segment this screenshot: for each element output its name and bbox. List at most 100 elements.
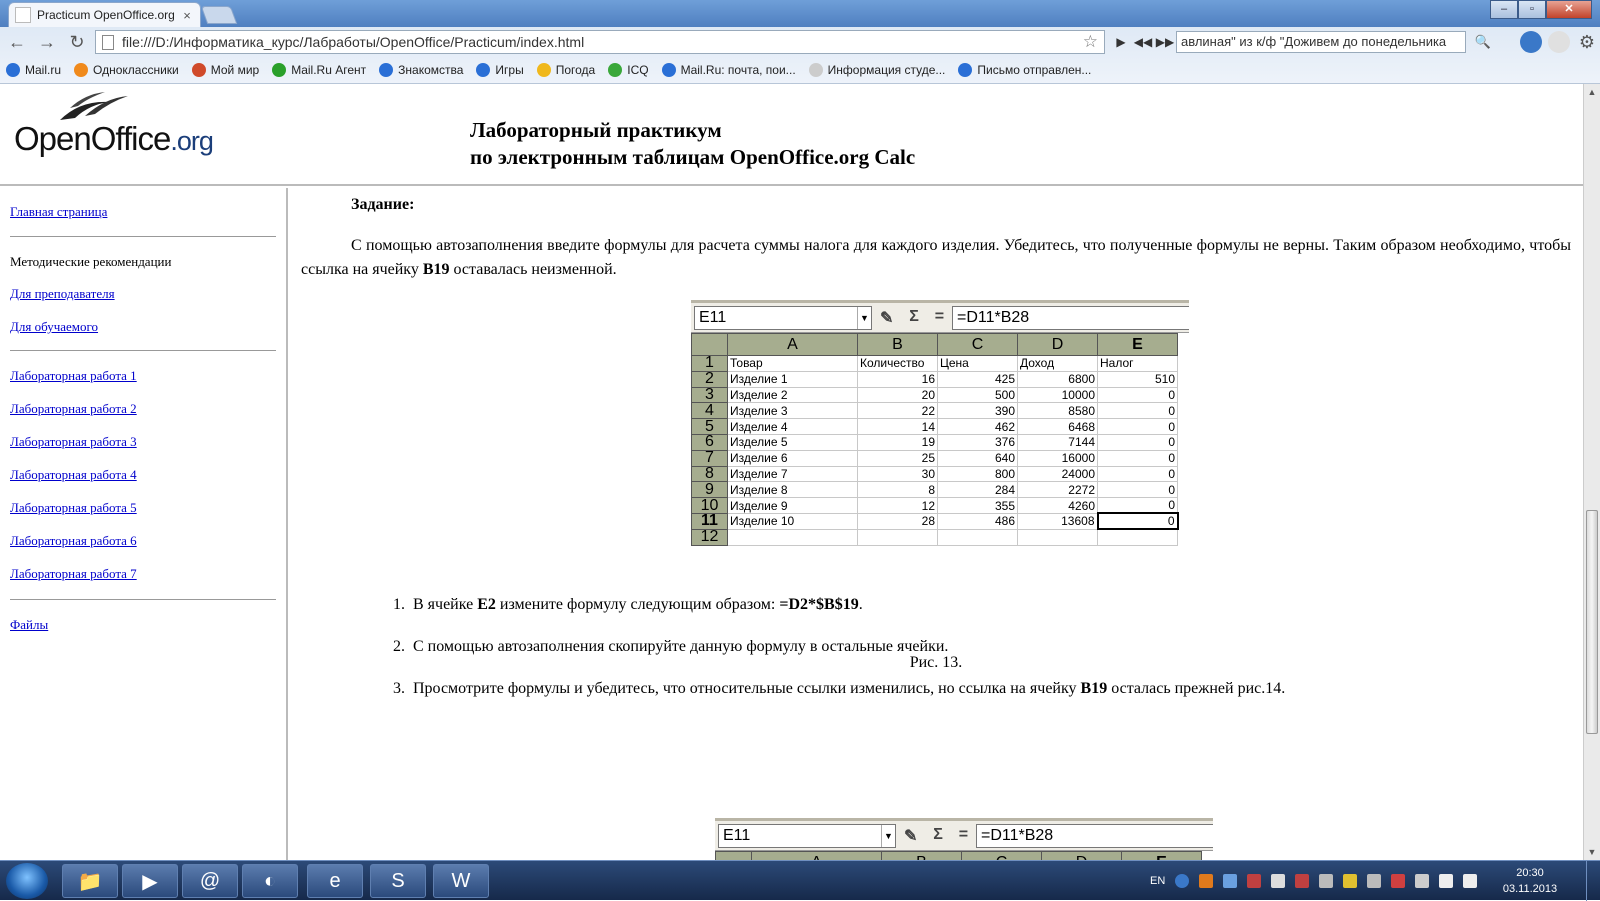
address-bar[interactable]: file:///D:/Информатика_курс/Лабработы/Op… [95,30,1105,54]
mail-extension-icon[interactable] [1520,31,1542,53]
sheet-grid: ABCDE1ТоварКоличествоЦенаДоходНалог2Изде… [715,851,1202,860]
bookmark-label: Письмо отправлен... [977,63,1092,77]
cell-c: Цена [937,355,1018,372]
cell-d: 2272 [1017,481,1098,499]
tray-app-icon[interactable] [1319,874,1334,888]
sidebar-link-lab-1[interactable]: Лабораторная работа 1 [10,368,137,384]
sidebar-link-lab-5[interactable]: Лабораторная работа 5 [10,500,137,516]
bookmark-item[interactable]: Мой мир [191,63,260,77]
formula-icons: ✎ Σ = [896,826,976,846]
clock[interactable]: 20:30 03.11.2013 [1490,865,1570,897]
tray-app-icon[interactable] [1415,874,1430,888]
tray-app-icon[interactable] [1247,874,1262,888]
forward-icon[interactable]: → [34,29,60,55]
sidebar-link-files[interactable]: Файлы [10,617,48,633]
bookmark-star-icon[interactable]: ☆ [1083,32,1098,52]
column-header-b: B [881,851,962,860]
tab-title: Practicum OpenOffice.org [37,8,175,22]
sidebar-link-lab-3[interactable]: Лабораторная работа 3 [10,434,137,450]
sidebar-link-lab-6[interactable]: Лабораторная работа 6 [10,533,137,549]
bookmark-item[interactable]: Игры [476,63,524,77]
search-icon[interactable]: 🔍 [1466,34,1500,50]
cell-a: Изделие 9 [727,497,858,514]
word-taskbar-button[interactable]: W [433,864,489,898]
network-icon[interactable] [1439,874,1454,888]
cell-c: 800 [937,465,1018,483]
maximize-button[interactable]: ▫ [1518,0,1546,19]
tab-close-icon[interactable]: × [180,8,194,23]
row-header: 2 [691,370,728,388]
play-icon[interactable]: ▶ [1110,35,1132,49]
task-paragraph: С помощью автозаполнения введите формулы… [301,237,1571,278]
window-controls: – ▫ ✕ [1490,0,1592,19]
close-window-button[interactable]: ✕ [1546,0,1592,19]
reload-icon[interactable]: ↻ [64,29,90,55]
bookmark-item[interactable]: Информация студе... [808,63,945,77]
ie-taskbar-button[interactable]: e [307,864,363,898]
tray-app-icon[interactable] [1367,874,1382,888]
next-track-icon[interactable]: ▶▶ [1154,35,1176,49]
player-track-title[interactable]: авлиная" из к/ф "Доживем до понедельника [1176,31,1466,53]
table-row: 11 Изделие 10 28 486 13608 0 [691,512,1179,531]
cell-b: 22 [857,402,938,420]
bookmark-icon [476,63,491,77]
cell-d: 8580 [1017,402,1098,420]
show-desktop-button[interactable] [1586,861,1600,901]
bookmark-item[interactable]: Знакомства [379,63,463,77]
extension-icon[interactable] [1548,31,1570,53]
bookmark-icon [536,63,551,77]
sidebar-link-lab-4[interactable]: Лабораторная работа 4 [10,467,137,483]
chrome-taskbar-button[interactable]: ◐ [242,864,298,898]
tray-app-icon[interactable] [1295,874,1310,888]
page-title-line-2: по электронным таблицам OpenOffice.org C… [470,145,916,169]
volume-icon[interactable] [1463,874,1478,888]
bookmark-item[interactable]: Mail.Ru Агент [272,63,366,77]
minimize-button[interactable]: – [1490,0,1518,19]
sidebar-link-home[interactable]: Главная страница [10,204,107,220]
cell-a: Изделие 6 [727,449,858,467]
cell-e: 0 [1097,497,1178,514]
mail-agent-taskbar-button[interactable]: @ [182,864,238,898]
sidebar-link-lab-2[interactable]: Лабораторная работа 2 [10,401,137,417]
tray-app-icon[interactable] [1391,874,1406,888]
sidebar-link-teacher[interactable]: Для преподавателя [10,286,115,302]
cell-b: 12 [857,497,938,514]
formula-input: =D11*B28 [976,823,1213,848]
scroll-down-icon[interactable]: ▼ [1584,844,1600,860]
media-player-taskbar-button[interactable]: ▶ [122,864,178,898]
menu-wrench-icon[interactable]: ⚙ [1574,29,1600,55]
scroll-up-icon[interactable]: ▲ [1584,84,1600,100]
bluetooth-icon[interactable] [1223,874,1238,888]
sidebar-link-student[interactable]: Для обучаемого [10,319,98,335]
skype-taskbar-button[interactable]: S [370,864,426,898]
function-wizard-icon: ✎ [879,309,894,327]
bookmark-label: Мой мир [210,63,260,77]
help-icon[interactable] [1175,874,1190,888]
sidebar-link-lab-7[interactable]: Лабораторная работа 7 [10,566,137,582]
flag-icon[interactable] [1271,874,1286,888]
bookmark-item[interactable]: Одноклассники [74,63,179,77]
browser-tab-active[interactable]: Practicum OpenOffice.org × [8,2,201,27]
table-row: 10 Изделие 9 12 355 4260 0 [691,497,1178,514]
new-tab-button[interactable] [200,6,238,24]
bookmark-item[interactable]: Письмо отправлен... [958,63,1091,77]
language-indicator[interactable]: EN [1150,875,1165,887]
sidebar-divider [10,350,276,351]
explorer-taskbar-button[interactable]: 📁 [62,864,118,898]
page-scrollbar[interactable]: ▲ ▼ [1583,84,1600,860]
function-wizard-icon: ✎ [903,827,918,845]
web-page: OpenOffice.org Лабораторный практикум по… [0,84,1583,860]
tray-app-icon[interactable] [1199,874,1214,888]
back-icon[interactable]: ← [4,29,30,55]
bookmark-label: Mail.Ru Агент [291,63,367,77]
prev-track-icon[interactable]: ◀◀ [1132,35,1154,49]
tray-app-icon[interactable] [1343,874,1358,888]
bookmark-item[interactable]: Mail.ru [6,63,61,77]
bookmark-item[interactable]: Погода [536,63,595,77]
scrollbar-thumb[interactable] [1586,510,1598,734]
start-button[interactable] [6,863,48,899]
bookmark-item[interactable]: Mail.Ru: почта, пои... [661,63,796,77]
cell-d: 7144 [1017,433,1098,451]
bookmark-item[interactable]: ICQ [608,63,649,77]
column-header-d: D [1017,333,1098,356]
